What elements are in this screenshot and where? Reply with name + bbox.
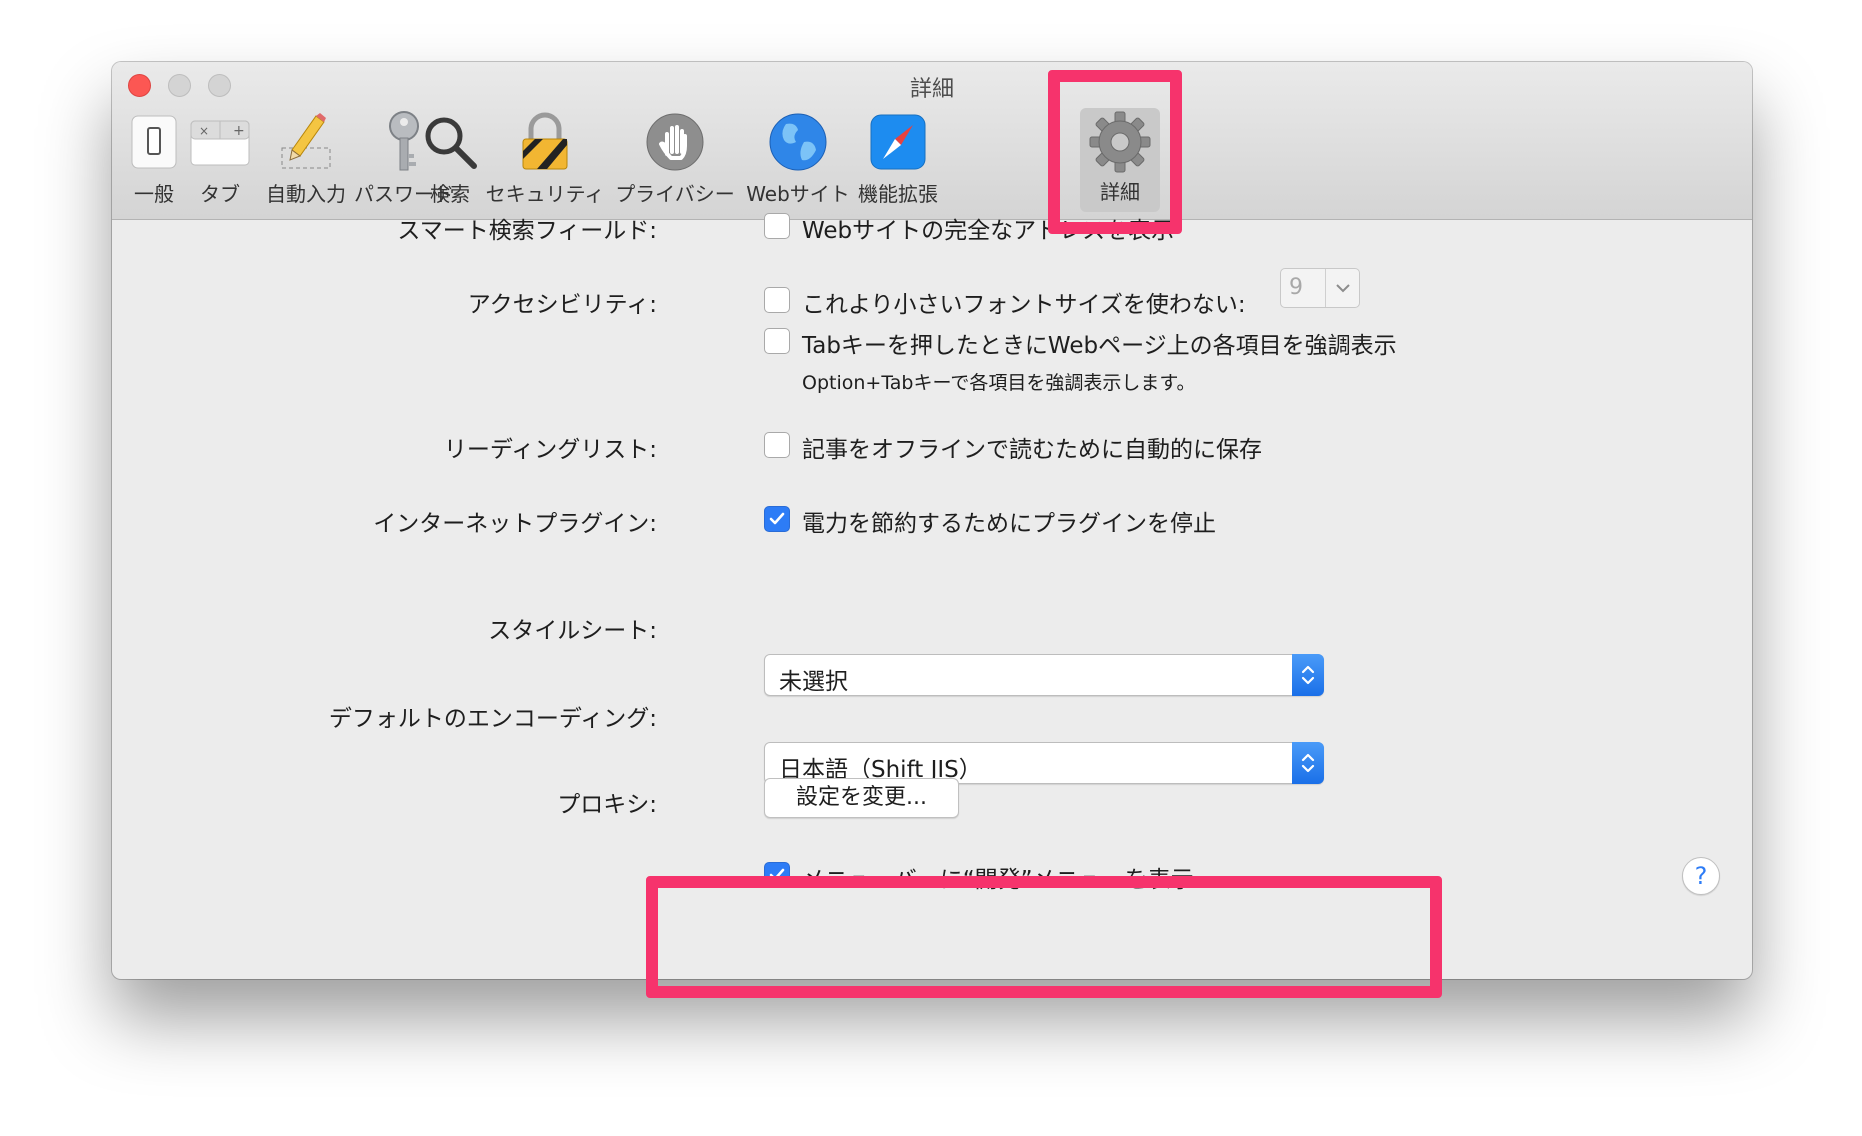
checkmark-icon [769, 512, 785, 525]
stylesheet-value: 未選択 [779, 669, 848, 695]
tab-search-label: 検索 [430, 182, 470, 206]
up-down-arrows-icon [1292, 742, 1324, 784]
general-switch-icon [122, 110, 186, 174]
tab-general[interactable]: 一般 [122, 110, 186, 210]
chevron-down-icon [1335, 279, 1351, 298]
stylesheet-popup[interactable]: 未選択 [764, 654, 1324, 696]
tab-websites[interactable]: Webサイト [742, 110, 854, 210]
tab-autofill[interactable]: 自動入力 [258, 110, 354, 210]
show-full-address-checkbox[interactable] [764, 213, 790, 239]
save-offline-checkbox[interactable] [764, 432, 790, 458]
default-encoding-label: デフォルトのエンコーディング: [328, 706, 657, 732]
tab-extensions[interactable]: 機能拡張 [850, 110, 946, 210]
globe-icon [766, 110, 830, 174]
compass-icon [866, 110, 930, 174]
stop-plugins-checkbox[interactable] [764, 506, 790, 532]
autofill-pencil-icon [274, 110, 338, 174]
stop-plugins-text: 電力を節約するためにプラグインを停止 [802, 511, 1216, 537]
min-font-size-text: これより小さいフォントサイズを使わない: [802, 292, 1246, 318]
save-offline-text: 記事をオフラインで読むために自動的に保存 [802, 437, 1262, 463]
accessibility-label: アクセシビリティ: [467, 292, 657, 318]
min-font-size-checkbox[interactable] [764, 287, 790, 313]
tab-highlight-checkbox[interactable] [764, 328, 790, 354]
min-font-size-value: 9 [1289, 275, 1303, 300]
window-title: 詳細 [909, 77, 954, 102]
smart-search-label: スマート検索フィールド: [397, 218, 657, 244]
tab-tabs[interactable]: × + タブ [180, 110, 260, 210]
develop-menu-highlight [646, 876, 1442, 998]
svg-text:+: + [233, 123, 245, 139]
tab-highlight-note: Option+Tabキーで各項目を強調表示します。 [802, 372, 1196, 394]
tab-security-label: セキュリティ [485, 182, 605, 206]
tab-security[interactable]: セキュリティ [482, 110, 608, 210]
up-down-arrows-icon [1292, 654, 1324, 696]
magnifier-icon [418, 110, 482, 174]
internet-plugins-label: インターネットプラグイン: [373, 511, 657, 537]
tab-extensions-label: 機能拡張 [858, 182, 938, 206]
change-proxy-settings-button[interactable]: 設定を変更... [764, 778, 959, 818]
tab-tabs-label: タブ [200, 182, 240, 206]
preferences-window: 詳細 一般 × + タブ 自動入力 パスワード 検索 セキュリティ プライバシー… [112, 62, 1752, 979]
tab-privacy-label: プライバシー [615, 182, 735, 206]
svg-text:×: × [199, 124, 209, 138]
tab-general-label: 一般 [134, 182, 174, 206]
lock-icon [513, 110, 577, 174]
tabs-icon: × + [188, 110, 252, 174]
hand-icon [643, 110, 707, 174]
advanced-tab-highlight [1048, 70, 1182, 234]
tab-websites-label: Webサイト [746, 182, 850, 206]
reading-list-label: リーディングリスト: [443, 437, 657, 463]
stylesheet-label: スタイルシート: [488, 618, 657, 644]
toolbar: 詳細 一般 × + タブ 自動入力 パスワード 検索 セキュリティ プライバシー… [112, 62, 1752, 220]
tab-privacy[interactable]: プライバシー [612, 110, 738, 210]
proxy-label: プロキシ: [557, 792, 657, 818]
tab-search-button[interactable]: 検索 [418, 110, 482, 210]
help-button[interactable]: ? [1682, 857, 1720, 895]
tab-autofill-label: 自動入力 [266, 182, 346, 206]
min-font-size-select[interactable]: 9 [1280, 268, 1360, 308]
tab-highlight-text: Tabキーを押したときにWebページ上の各項目を強調表示 [802, 333, 1397, 359]
